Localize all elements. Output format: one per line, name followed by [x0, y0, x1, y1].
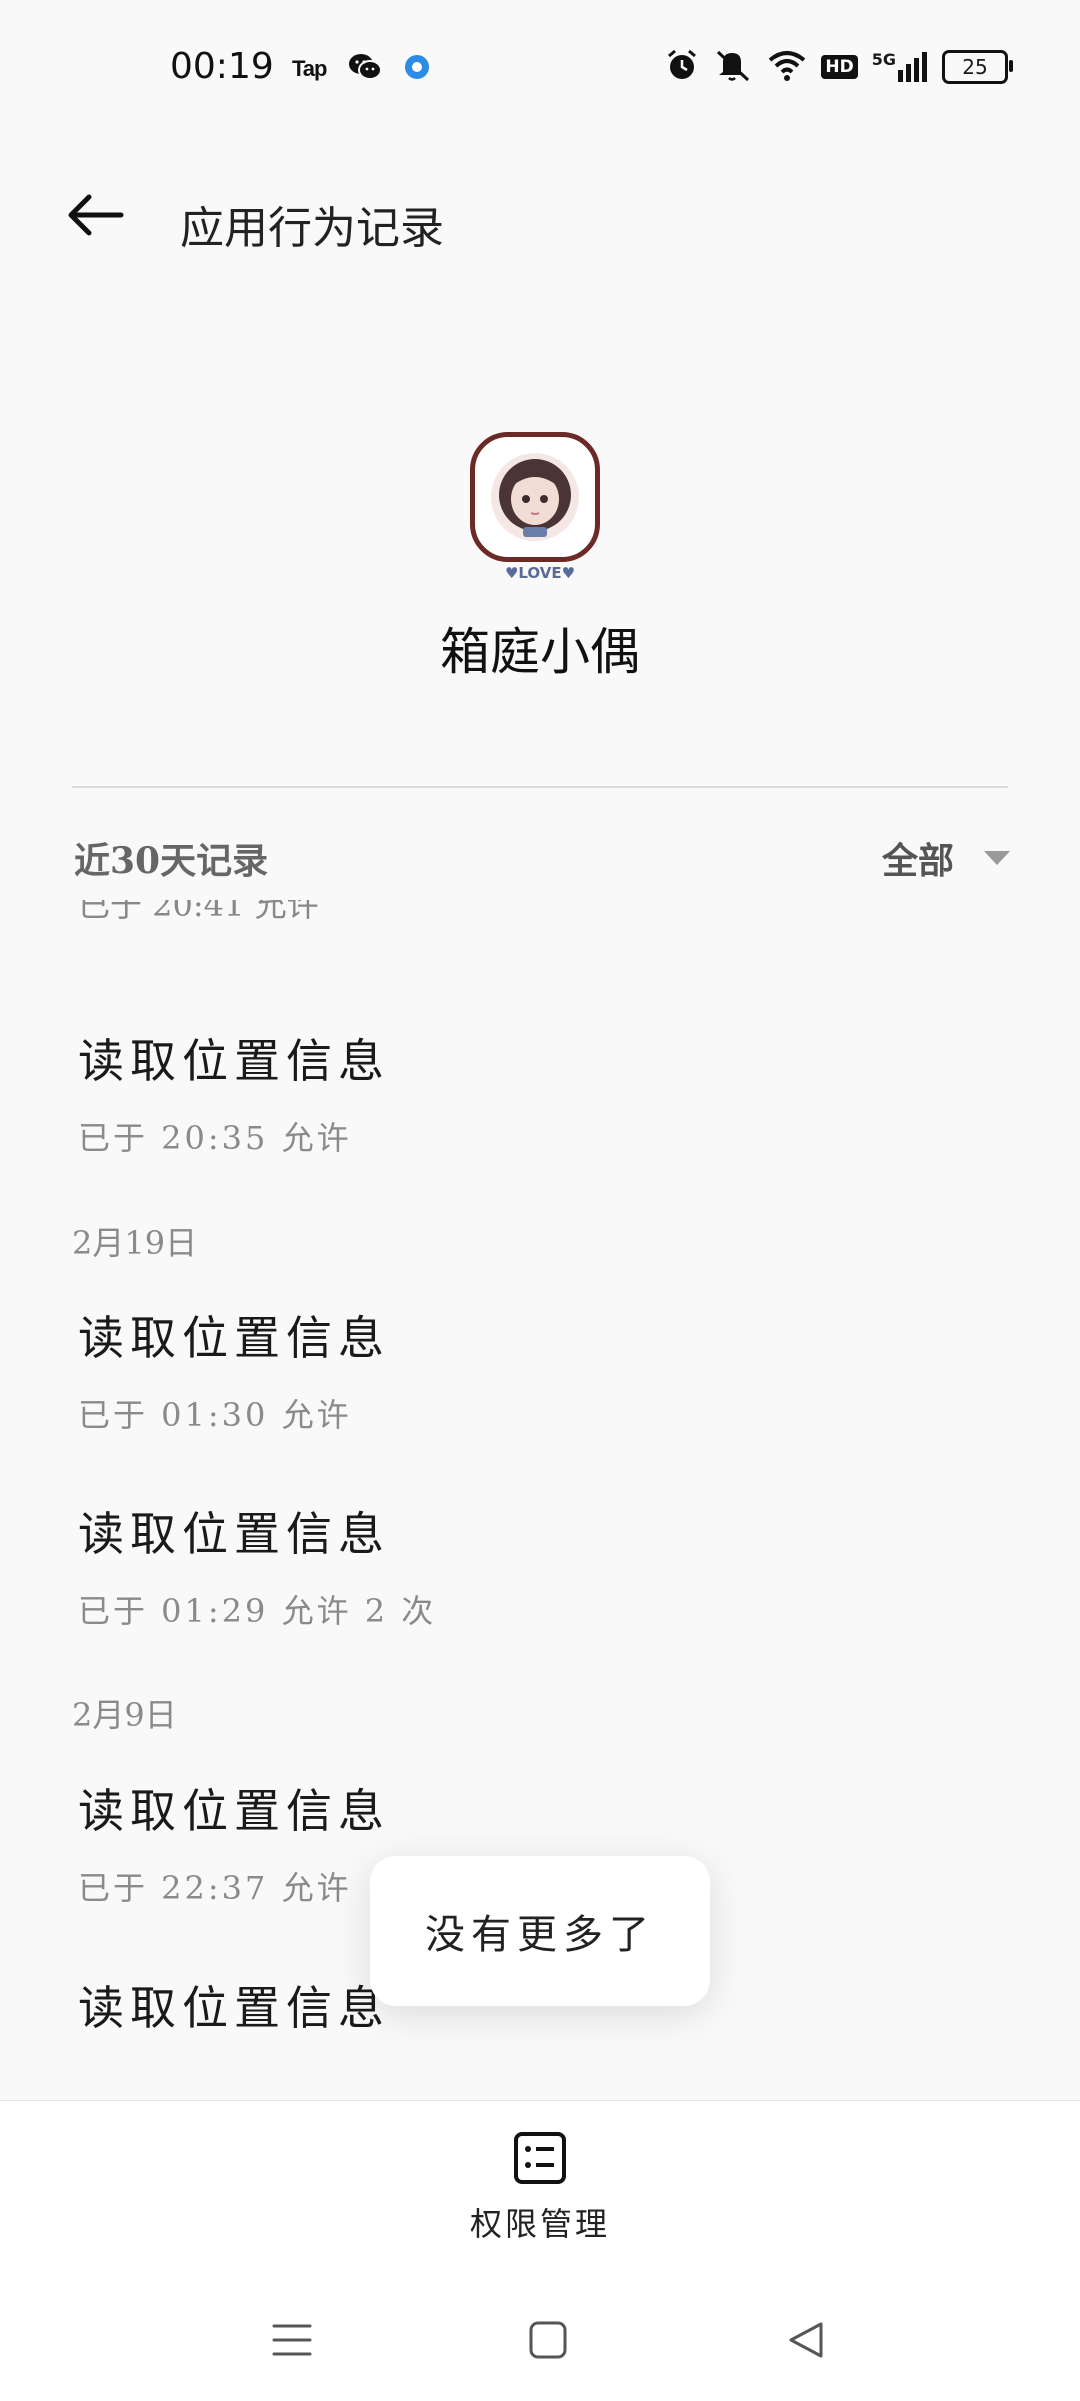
record-title: 读取位置信息	[78, 1034, 390, 1088]
list-item: 读取位置信息 已于 01:29 允许 2 次	[78, 1498, 978, 1632]
status-left-icons: Tap	[292, 52, 430, 86]
date-header: 2月19日	[72, 1224, 198, 1262]
toast-message: 没有更多了	[370, 1856, 710, 2006]
5g-signal-icon: 5G	[872, 52, 928, 82]
record-detail: 已于 20:35 允许	[78, 1119, 352, 1157]
tap-icon: Tap	[292, 56, 327, 81]
list-checklist-icon	[514, 2132, 566, 2184]
record-detail: 已于 01:30 允许	[78, 1396, 352, 1434]
status-bar: 00:19 Tap HD 5G 25	[0, 0, 1080, 130]
back-triangle-icon	[789, 2322, 823, 2358]
back-arrow-icon	[68, 194, 124, 236]
section-title: 近30天记录	[74, 840, 269, 882]
app-icon: ♥LOVE♥	[470, 432, 610, 592]
top-app-bar: 应用行为记录	[0, 150, 1080, 280]
record-title: 读取位置信息	[78, 1784, 390, 1838]
app-icon-caption: ♥LOVE♥	[504, 564, 576, 582]
app-name: 箱庭小偶	[440, 623, 640, 681]
status-right-icons: HD 5G 25	[665, 48, 1013, 86]
record-title: 读取位置信息	[78, 1507, 390, 1561]
record-detail: 已于 01:29 允许 2 次	[78, 1592, 437, 1630]
alarm-icon	[665, 48, 699, 86]
list-item-partial-sub: 已于 20:41 允许	[78, 900, 319, 924]
filter-dropdown[interactable]: 全部	[882, 832, 1010, 884]
wechat-icon	[348, 52, 383, 86]
permission-management-label: 权限管理	[469, 2205, 610, 2243]
system-nav-bar	[0, 2290, 1080, 2380]
list-item: 读取位置信息 已于 01:30 允许	[78, 1302, 978, 1436]
home-nav-button[interactable]	[518, 2310, 578, 2370]
menu-icon	[272, 2324, 312, 2356]
divider	[72, 786, 1008, 788]
page-title: 应用行为记录	[180, 203, 444, 254]
list-item: 读取位置信息 已于 20:35 允许	[78, 1025, 978, 1159]
home-icon	[529, 2321, 567, 2359]
back-nav-button[interactable]	[776, 2310, 836, 2370]
doll-avatar-icon	[491, 453, 579, 541]
location-dot-icon	[404, 54, 430, 84]
wifi-icon	[767, 48, 807, 86]
caret-down-icon	[984, 851, 1010, 865]
permission-management-button[interactable]: 权限管理	[440, 2131, 640, 2271]
menu-nav-button[interactable]	[262, 2310, 322, 2370]
filter-label: 全部	[881, 840, 954, 882]
mute-icon	[713, 48, 753, 86]
hd-icon: HD	[821, 55, 858, 79]
date-header: 2月9日	[72, 1696, 177, 1734]
back-button[interactable]	[60, 180, 130, 250]
record-title: 读取位置信息	[78, 1311, 390, 1365]
status-time: 00:19	[170, 46, 274, 87]
battery-icon: 25	[942, 50, 1013, 84]
